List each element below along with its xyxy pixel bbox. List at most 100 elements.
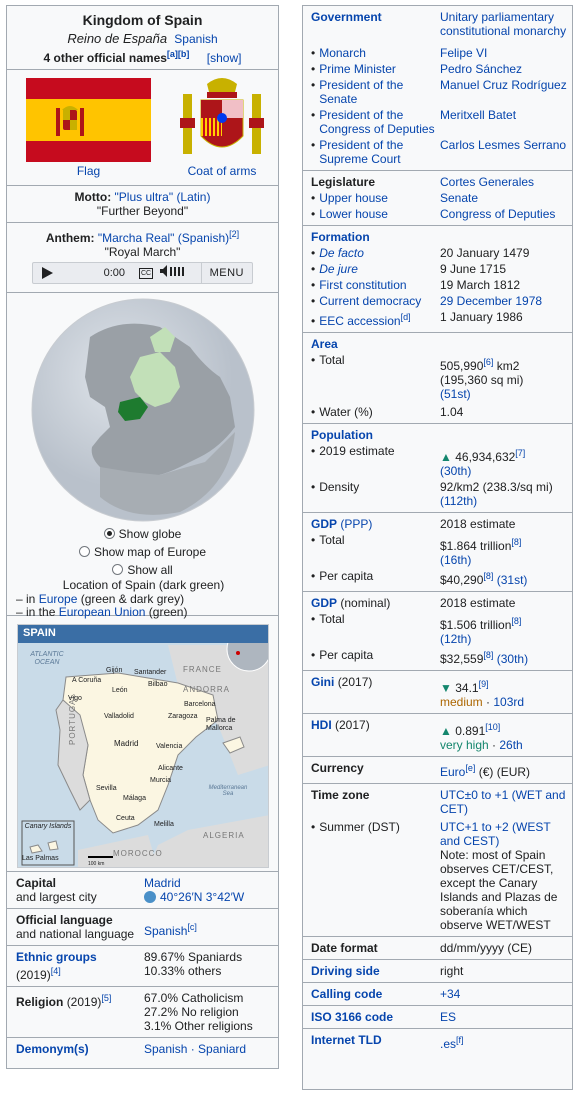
menu-button[interactable]: MENU bbox=[200, 263, 252, 283]
capital-row: Capital and largest city Madrid 40°26′N 3°… bbox=[7, 872, 278, 909]
flag-arms-section: Flag Coat of arms bbox=[7, 70, 278, 186]
option-show-all[interactable]: Show all bbox=[7, 561, 278, 579]
city-vigo: Vigo bbox=[68, 695, 82, 702]
option-show-globe[interactable]: Show globe bbox=[7, 525, 278, 543]
ethnic-link[interactable]: Ethnic groups bbox=[16, 950, 97, 964]
motto-lang[interactable]: (Latin) bbox=[176, 190, 210, 204]
legislature-section: LegislatureCortes Generales Upper houseS… bbox=[303, 171, 572, 226]
play-button[interactable] bbox=[33, 266, 61, 280]
city-valencia: Valencia bbox=[156, 743, 183, 750]
europe-link[interactable]: Europe bbox=[39, 592, 78, 606]
city-malaga: Málaga bbox=[123, 795, 146, 802]
demonym-row: Demonym(s) Spanish · Spaniard bbox=[16, 1042, 247, 1056]
motto-label: Motto: bbox=[74, 190, 112, 204]
option-show-europe[interactable]: Show map of Europe bbox=[7, 543, 278, 561]
government-value[interactable]: Unitary parliamentary constitutional mon… bbox=[440, 10, 572, 38]
arms-caption[interactable]: Coat of arms bbox=[188, 164, 257, 178]
population-section: Population 2019 estimate▲ 46,934,632[7](… bbox=[303, 424, 572, 513]
timezone-section: Time zoneUTC±0 to +1 (WET and CET) Summe… bbox=[303, 784, 572, 937]
cc-button[interactable]: CC bbox=[139, 267, 154, 279]
hdi-section: HDI (2017) ▲ 0.891[10] very high · 26th bbox=[303, 714, 572, 757]
city-sevilla: Sevilla bbox=[96, 785, 117, 792]
language-row: Official language and national language S… bbox=[7, 909, 278, 946]
audio-player: 0:00 CC MENU bbox=[32, 262, 253, 284]
label-med: Mediterranean Sea bbox=[208, 785, 248, 797]
ethnic-row: Ethnic groups (2019)[4] 89.67% Spaniards 1… bbox=[7, 946, 278, 987]
capital-link[interactable]: Madrid bbox=[144, 876, 181, 890]
city-alicante: Alicante bbox=[158, 765, 183, 772]
radio-globe[interactable] bbox=[103, 528, 115, 539]
anthem-label: Anthem: bbox=[45, 231, 95, 245]
flag-caption[interactable]: Flag bbox=[77, 164, 100, 178]
city-leon: León bbox=[112, 687, 128, 694]
infobox-right: Government Unitary parliamentary constitu… bbox=[302, 5, 573, 1090]
label-algeria: ALGERIA bbox=[203, 831, 245, 840]
label-laspalmas: Las Palmas bbox=[22, 855, 59, 862]
anthem-section: Anthem: "Marcha Real" (Spanish)[2] "Roya… bbox=[7, 223, 278, 293]
demonym-link[interactable]: Demonym(s) bbox=[16, 1042, 89, 1056]
city-gijon: Gijón bbox=[106, 667, 123, 674]
globe-caption: Location of Spain (dark green) bbox=[62, 578, 225, 592]
government-section: Government Unitary parliamentary constitu… bbox=[303, 6, 572, 171]
driving-side-section: Driving side right bbox=[303, 960, 572, 983]
coordinates-link[interactable]: 40°26′N 3°42′W bbox=[160, 890, 244, 904]
anthem-lang[interactable]: (Spanish) bbox=[178, 231, 229, 245]
city-valladolid: Valladolid bbox=[104, 713, 134, 720]
calling-code-section: Calling code +34 bbox=[303, 983, 572, 1006]
native-lang-link[interactable]: Spanish bbox=[174, 32, 217, 46]
radio-all[interactable] bbox=[112, 564, 124, 575]
time-display: 0:00 bbox=[103, 267, 125, 279]
motto-link[interactable]: "Plus ultra" bbox=[115, 190, 174, 204]
map-title: SPAIN bbox=[18, 625, 268, 643]
label-morocco: MOROCCO bbox=[113, 849, 163, 858]
globe-section: Show globe Show map of Europe Show all L… bbox=[7, 293, 278, 619]
city-barcelona: Barcelona bbox=[184, 701, 216, 708]
label-france: FRANCE bbox=[183, 665, 222, 674]
city-bilbao: Bilbao bbox=[148, 681, 168, 688]
anthem-ref[interactable]: [2] bbox=[229, 229, 239, 239]
gini-section: Gini (2017) ▼ 34.1[9] medium · 103rd bbox=[303, 671, 572, 714]
label-atlantic: ATLANTIC OCEAN bbox=[30, 651, 64, 666]
gdp-ppp-section: GDP (PPP)2018 estimate Total$1.864 trill… bbox=[303, 513, 572, 592]
flag-image[interactable] bbox=[26, 78, 151, 165]
city-madrid: Madrid bbox=[114, 739, 139, 748]
label-andorra: ANDORRA bbox=[183, 685, 231, 694]
motto-translation: "Further Beyond" bbox=[96, 204, 189, 218]
language-link[interactable]: Spanish bbox=[144, 924, 187, 938]
gdp-nominal-section: GDP (nominal)2018 estimate Total$1.506 t… bbox=[303, 592, 572, 671]
currency-section: Currency Euro[e] (€) (EUR) bbox=[303, 757, 572, 784]
spain-map[interactable]: SPAIN ATLANTIC OCEAN FRANCE ANDORRA PORT… bbox=[17, 624, 269, 868]
city-murcia: Murcia bbox=[150, 777, 172, 784]
globe-image[interactable] bbox=[30, 297, 256, 526]
increase-icon: ▲ bbox=[440, 450, 452, 464]
infobox-header: Kingdom of Spain Reino de España Spanish… bbox=[7, 6, 278, 70]
anthem-translation: "Royal March" bbox=[104, 245, 181, 259]
coat-of-arms-image[interactable] bbox=[177, 74, 267, 165]
city-acoruna: A Coruña bbox=[72, 677, 102, 684]
city-zaragoza: Zaragoza bbox=[168, 713, 198, 720]
label-canary: Canary Islands bbox=[24, 823, 72, 830]
anthem-link[interactable]: "Marcha Real" bbox=[98, 231, 175, 245]
city-ceuta: Ceuta bbox=[116, 815, 135, 822]
decrease-icon: ▼ bbox=[440, 681, 452, 695]
religion-row: Religion (2019)[5] 67.0% Catholicism 27.2… bbox=[7, 987, 278, 1038]
native-name: Reino de España bbox=[67, 31, 168, 46]
show-toggle[interactable]: [show] bbox=[207, 51, 242, 65]
map-section: SPAIN ATLANTIC OCEAN FRANCE ANDORRA PORT… bbox=[7, 616, 278, 872]
globe-icon bbox=[144, 891, 156, 903]
motto-section: Motto: "Plus ultra" (Latin) "Further Bey… bbox=[7, 186, 278, 223]
formation-section: Formation De facto20 January 1479 De jur… bbox=[303, 226, 572, 333]
date-format-section: Date format dd/mm/yyyy (CE) bbox=[303, 937, 572, 960]
city-melilla: Melilla bbox=[154, 821, 174, 828]
city-palma: Palma de Mallorca bbox=[206, 717, 236, 732]
other-names-refs[interactable]: [a][b] bbox=[167, 49, 190, 59]
label-scale: 100 km bbox=[88, 861, 105, 867]
area-section: Area Total505,990[6] km2(195,360 sq mi)(… bbox=[303, 333, 572, 424]
radio-europe[interactable] bbox=[78, 546, 90, 557]
government-link[interactable]: Government bbox=[303, 10, 440, 38]
infobox-left: Kingdom of Spain Reino de España Spanish… bbox=[6, 5, 279, 1069]
volume-icon[interactable] bbox=[159, 264, 189, 282]
iso-section: ISO 3166 code ES bbox=[303, 1006, 572, 1029]
increase-icon: ▲ bbox=[440, 724, 452, 738]
tld-section: Internet TLD .es[f] bbox=[311, 1033, 464, 1051]
